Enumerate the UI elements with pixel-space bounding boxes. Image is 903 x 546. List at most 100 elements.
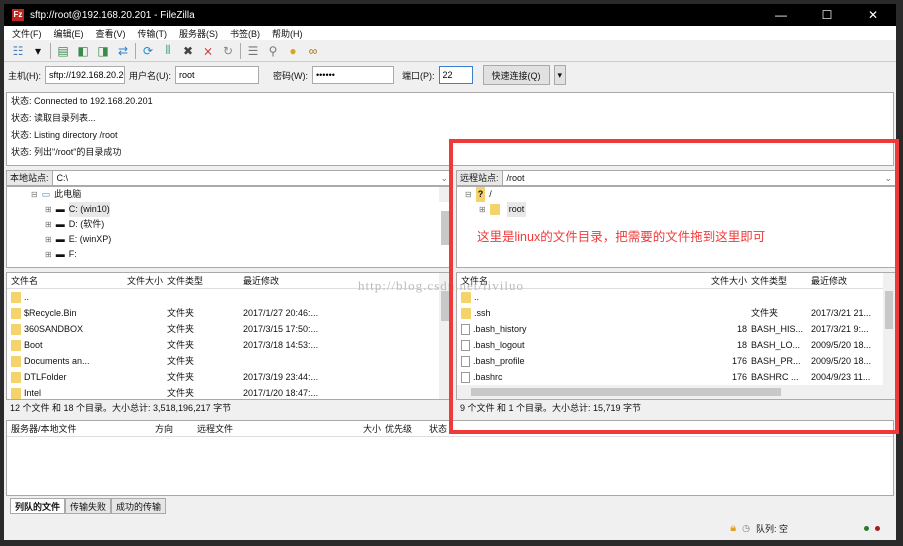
- cell-size: [111, 337, 163, 353]
- cell-type: 文件夹: [163, 385, 239, 399]
- cell-date: 2017/1/20 18:47:...: [239, 385, 329, 399]
- filter-icon[interactable]: ☰: [245, 43, 261, 59]
- file-row[interactable]: .bashrc 176 BASHRC ... 2004/9/23 11...: [457, 369, 895, 385]
- dropdown-icon[interactable]: ▾: [30, 43, 46, 59]
- refresh-icon[interactable]: ⟳: [140, 43, 156, 59]
- host-input[interactable]: [45, 66, 125, 84]
- tree-item-drive-e[interactable]: ⊞ ▬ E: (winXP): [31, 232, 451, 247]
- file-row[interactable]: .bash_history 18 BASH_HIS... 2017/3/21 9:..…: [457, 321, 895, 337]
- remote-hscrollbar[interactable]: [457, 385, 895, 399]
- search-binoculars-icon[interactable]: ∞: [305, 43, 321, 59]
- file-row[interactable]: Intel 文件夹 2017/1/20 18:47:...: [7, 385, 451, 399]
- cell-text: 文件夹: [167, 372, 195, 382]
- cell-size: 176: [677, 353, 747, 369]
- username-input[interactable]: [175, 66, 259, 84]
- port-input[interactable]: [438, 66, 473, 84]
- cell-size: [111, 385, 163, 399]
- cell-type: 文件夹: [163, 321, 239, 337]
- file-row[interactable]: .bash_profile 176 BASH_PR... 2009/5/20 18..…: [457, 353, 895, 369]
- menu-help[interactable]: 帮助(H): [272, 27, 303, 40]
- disconnect-icon[interactable]: ⨯: [200, 43, 216, 59]
- col-filetype[interactable]: 文件类型: [747, 273, 807, 288]
- cell-type: 文件夹: [163, 337, 239, 353]
- cell-date: 2017/3/19 23:44:...: [239, 369, 329, 385]
- menu-view[interactable]: 查看(V): [96, 27, 126, 40]
- queue-status: 队列: 空: [755, 523, 788, 534]
- reconnect-icon[interactable]: ↻: [220, 43, 236, 59]
- minimize-button[interactable]: —: [758, 8, 804, 22]
- col-filename[interactable]: 文件名: [7, 273, 111, 288]
- cancel-icon[interactable]: ✖: [180, 43, 196, 59]
- cell-text: Intel: [24, 388, 42, 398]
- cell-type: 文件夹: [163, 353, 239, 369]
- tab-failed-transfers[interactable]: 传输失败: [65, 498, 112, 514]
- col-status[interactable]: 状态: [425, 421, 465, 436]
- close-button[interactable]: ✕: [850, 8, 896, 22]
- file-row[interactable]: 360SANDBOX 文件夹 2017/3/15 17:50:...: [7, 321, 451, 337]
- folder-icon: [11, 372, 21, 384]
- col-remote-file[interactable]: 远程文件: [193, 421, 329, 436]
- toggle-local-tree-icon[interactable]: ◧: [75, 43, 91, 59]
- remote-path-input[interactable]: /root: [503, 173, 885, 183]
- menu-edit[interactable]: 编辑(E): [54, 27, 84, 40]
- process-queue-icon[interactable]: ⦀: [160, 43, 176, 59]
- file-row[interactable]: DTLFolder 文件夹 2017/3/19 23:44:...: [7, 369, 451, 385]
- col-filetype[interactable]: 文件类型: [163, 273, 239, 288]
- cell-type: BASHRC ...: [747, 369, 807, 385]
- file-row[interactable]: .bash_logout 18 BASH_LO... 2009/5/20 18...: [457, 337, 895, 353]
- password-input[interactable]: [312, 66, 394, 84]
- maximize-button[interactable]: ☐: [804, 8, 850, 22]
- file-row[interactable]: .ssh 文件夹 2017/3/21 21...: [457, 305, 895, 321]
- cell-name: .bash_history: [457, 321, 677, 337]
- col-modified[interactable]: 最近修改: [807, 273, 883, 288]
- transfer-queue: 服务器/本地文件 方向 远程文件 大小 优先级 状态: [6, 420, 894, 496]
- menu-server[interactable]: 服务器(S): [179, 27, 218, 40]
- tree-item-drive-f[interactable]: ⊞ ▬ F:: [31, 247, 451, 262]
- menu-bookmarks[interactable]: 书签(B): [230, 27, 260, 40]
- toggle-log-icon[interactable]: ▤: [55, 43, 71, 59]
- menu-file[interactable]: 文件(F): [12, 27, 42, 40]
- sync-browse-icon[interactable]: ●: [285, 43, 301, 59]
- cell-date: 2017/1/27 20:46:...: [239, 305, 329, 321]
- tree-item-root-dir[interactable]: ⊟? /: [465, 187, 895, 202]
- tab-successful-transfers[interactable]: 成功的传输: [111, 498, 167, 514]
- cell-date: 2017/3/21 21...: [807, 305, 883, 321]
- cell-type: [747, 289, 807, 305]
- tree-item-drive-c[interactable]: ⊞ ▬ C: (win10): [31, 202, 451, 217]
- cell-type: BASH_PR...: [747, 353, 807, 369]
- cell-size: 18: [677, 337, 747, 353]
- tree-item-root[interactable]: ⊞ root: [465, 202, 895, 217]
- quickconnect-dropdown[interactable]: ▾: [553, 65, 567, 85]
- file-row[interactable]: Boot 文件夹 2017/3/18 14:53:...: [7, 337, 451, 353]
- local-path-input[interactable]: C:\: [53, 173, 441, 183]
- col-modified[interactable]: 最近修改: [239, 273, 329, 288]
- menu-bar: 文件(F) 编辑(E) 查看(V) 传输(T) 服务器(S) 书签(B) 帮助(…: [4, 26, 896, 40]
- log-line: 状态: Listing directory /root: [11, 130, 118, 140]
- file-row[interactable]: Documents an... 文件夹: [7, 353, 451, 369]
- site-manager-icon[interactable]: ☷: [10, 43, 26, 59]
- recv-led-icon: [864, 525, 869, 531]
- quickconnect-button[interactable]: 快速连接(Q): [482, 65, 550, 85]
- col-filesize[interactable]: 文件大小: [677, 273, 747, 288]
- col-priority[interactable]: 优先级: [381, 421, 425, 436]
- toggle-remote-tree-icon[interactable]: ◨: [95, 43, 111, 59]
- cell-type: [163, 289, 239, 305]
- local-site-bar: 本地站点: C:\ ⌄: [6, 170, 452, 186]
- col-filesize[interactable]: 文件大小: [111, 273, 163, 288]
- menu-transfer[interactable]: 传输(T): [138, 27, 168, 40]
- tree-item-computer[interactable]: ⊟ ▭ 此电脑: [31, 187, 451, 202]
- toggle-queue-icon[interactable]: ⇄: [115, 43, 131, 59]
- speed-limit-icon[interactable]: ◷: [742, 523, 750, 534]
- col-local-file[interactable]: 服务器/本地文件: [7, 421, 151, 436]
- remote-list-scrollbar[interactable]: [883, 273, 895, 385]
- tree-item-drive-d[interactable]: ⊞ ▬ D: (软件): [31, 217, 451, 232]
- tab-queued-files[interactable]: 列队的文件: [10, 498, 66, 514]
- col-size[interactable]: 大小: [329, 421, 381, 436]
- log-line: 状态: 读取目录列表...: [11, 113, 96, 123]
- local-tree-scrollbar[interactable]: [439, 187, 451, 245]
- file-row[interactable]: $Recycle.Bin 文件夹 2017/1/27 20:46:...: [7, 305, 451, 321]
- compare-icon[interactable]: ⚲: [265, 43, 281, 59]
- col-direction[interactable]: 方向: [151, 421, 193, 436]
- cell-size: [111, 321, 163, 337]
- local-status: 12 个文件 和 18 个目录。大小总计: 3,518,196,217 字节: [6, 400, 452, 416]
